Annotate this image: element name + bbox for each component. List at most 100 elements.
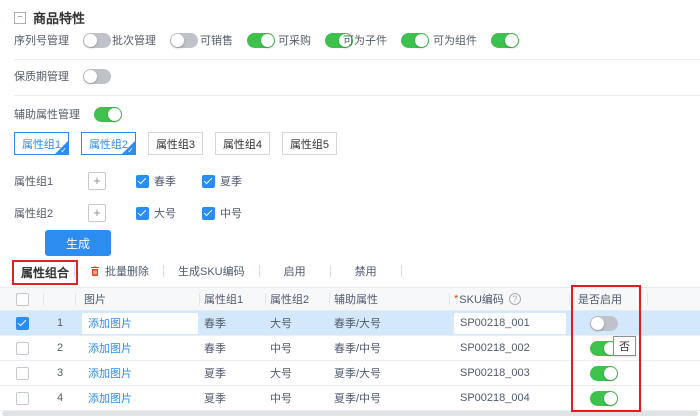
row-checkbox-checked[interactable] [16, 317, 29, 330]
row-number: 3 [44, 361, 76, 385]
batch-delete-button[interactable]: 批量删除 [81, 263, 157, 279]
add-image-link[interactable]: 添加图片 [80, 340, 132, 356]
attr-group-label: 属性组3 [156, 136, 195, 152]
shelf-life-row: 保质期管理 [14, 68, 111, 84]
checkbox-checked[interactable] [136, 175, 149, 188]
toolbar-separator [259, 265, 260, 277]
cell-attr2: 中号 [266, 336, 330, 360]
attr-group-label: 属性组2 [89, 136, 128, 152]
row-checkbox[interactable] [16, 367, 29, 380]
add-option-icon[interactable]: + [88, 204, 106, 222]
header-attr2: 属性组2 [266, 288, 330, 310]
row-number: 2 [44, 336, 76, 360]
sku-input[interactable] [454, 338, 566, 359]
row-checkbox[interactable] [16, 392, 29, 405]
attr-group-button-3[interactable]: 属性组3 [148, 132, 203, 155]
attr-option[interactable]: 春季 [136, 173, 176, 189]
toolbar-separator [401, 265, 402, 277]
option-label: 中号 [220, 205, 242, 221]
header-sku: * SKU编码 ? [450, 288, 570, 310]
horizontal-scrollbar[interactable] [2, 411, 698, 416]
enabled-toggle-off[interactable] [590, 316, 618, 331]
feature-label: 可为组件 [433, 32, 477, 48]
toolbar-separator [330, 265, 331, 277]
feature-label: 可销售 [200, 32, 233, 48]
add-image-link[interactable]: 添加图片 [80, 365, 132, 381]
attr-option[interactable]: 中号 [202, 205, 242, 221]
toggle-tooltip: 否 [613, 336, 636, 356]
generate-button[interactable]: 生成 [45, 230, 111, 256]
collapse-icon[interactable]: − [14, 12, 26, 24]
toolbar-separator [163, 265, 164, 277]
serial-toggle[interactable] [83, 33, 111, 48]
attr-group-button-1[interactable]: 属性组1 ✓ [14, 132, 69, 155]
attr-group-button-2[interactable]: 属性组2 ✓ [81, 132, 136, 155]
shelf-life-label: 保质期管理 [14, 68, 69, 84]
cell-attr1: 春季 [200, 311, 266, 335]
attr-group-label: 属性组5 [290, 136, 329, 152]
feature-label: 可为子件 [343, 32, 387, 48]
attr-group-button-5[interactable]: 属性组5 [282, 132, 337, 155]
required-asterisk: * [454, 293, 458, 305]
enable-button[interactable]: 启用 [266, 263, 324, 279]
sku-table: 图片 属性组1 属性组2 辅助属性 * SKU编码 ? 是否启用 1 添加图片 … [0, 287, 700, 411]
attr-option[interactable]: 大号 [136, 205, 176, 221]
table-row[interactable]: 2 添加图片 春季 中号 春季/中号 [0, 336, 700, 361]
disable-button[interactable]: 禁用 [337, 263, 395, 279]
attr-group-label: 属性组4 [223, 136, 262, 152]
cell-attr1: 夏季 [200, 361, 266, 385]
attr-group-label: 属性组1 [22, 136, 61, 152]
row-checkbox[interactable] [16, 342, 29, 355]
feature-label: 可采购 [278, 32, 311, 48]
cell-filler [648, 361, 700, 385]
aux-attr-toggle[interactable] [94, 107, 122, 122]
child-part-toggle[interactable] [401, 33, 429, 48]
shelf-life-toggle[interactable] [83, 69, 111, 84]
row-number: 4 [44, 386, 76, 410]
sku-input[interactable] [454, 388, 566, 409]
attr-row-2: 属性组2 + 大号 中号 [14, 204, 268, 222]
checkbox-checked[interactable] [136, 207, 149, 220]
table-row[interactable]: 4 添加图片 夏季 中号 夏季/中号 [0, 386, 700, 411]
enabled-toggle-on[interactable] [590, 391, 618, 406]
toolbar-separator [74, 265, 75, 277]
row-number: 1 [44, 311, 76, 335]
batch-toggle[interactable] [170, 33, 198, 48]
feature-sellable: 可销售 [200, 32, 275, 48]
checkbox-checked[interactable] [202, 175, 215, 188]
add-image-link[interactable]: 添加图片 [80, 390, 132, 406]
select-all-checkbox[interactable] [16, 293, 29, 306]
attr-row-label: 属性组1 [14, 173, 88, 189]
section-header: − 商品特性 [14, 8, 85, 27]
cell-attr2: 大号 [266, 311, 330, 335]
generate-sku-button[interactable]: 生成SKU编码 [170, 263, 253, 279]
header-attr1: 属性组1 [200, 288, 266, 310]
product-features-panel: − 商品特性 序列号管理 批次管理 可销售 可采购 可为子件 可为组件 保质期管… [0, 0, 700, 417]
help-icon[interactable]: ? [509, 293, 521, 305]
feature-child-part: 可为子件 [343, 32, 429, 48]
option-label: 夏季 [220, 173, 242, 189]
add-option-icon[interactable]: + [88, 172, 106, 190]
sku-input[interactable] [454, 313, 566, 334]
component-toggle[interactable] [491, 33, 519, 48]
cell-filler [648, 311, 700, 335]
section-title: 商品特性 [33, 8, 85, 27]
checkbox-checked[interactable] [202, 207, 215, 220]
feature-label: 序列号管理 [14, 32, 69, 48]
feature-component: 可为组件 [433, 32, 519, 48]
sku-input[interactable] [454, 363, 566, 384]
attr-group-button-4[interactable]: 属性组4 [215, 132, 270, 155]
feature-serial: 序列号管理 [14, 32, 111, 48]
table-row[interactable]: 1 添加图片 春季 大号 春季/大号 [0, 311, 700, 336]
attr-option[interactable]: 夏季 [202, 173, 242, 189]
trash-icon [89, 265, 101, 277]
feature-batch: 批次管理 [112, 32, 198, 48]
cell-aux: 春季/大号 [330, 311, 450, 335]
cell-attr1: 夏季 [200, 386, 266, 410]
add-image-link[interactable]: 添加图片 [82, 315, 132, 331]
sellable-toggle[interactable] [247, 33, 275, 48]
enabled-toggle-on[interactable] [590, 366, 618, 381]
table-row[interactable]: 3 添加图片 夏季 大号 夏季/大号 [0, 361, 700, 386]
feature-purchasable: 可采购 [278, 32, 353, 48]
header-index [44, 288, 76, 310]
